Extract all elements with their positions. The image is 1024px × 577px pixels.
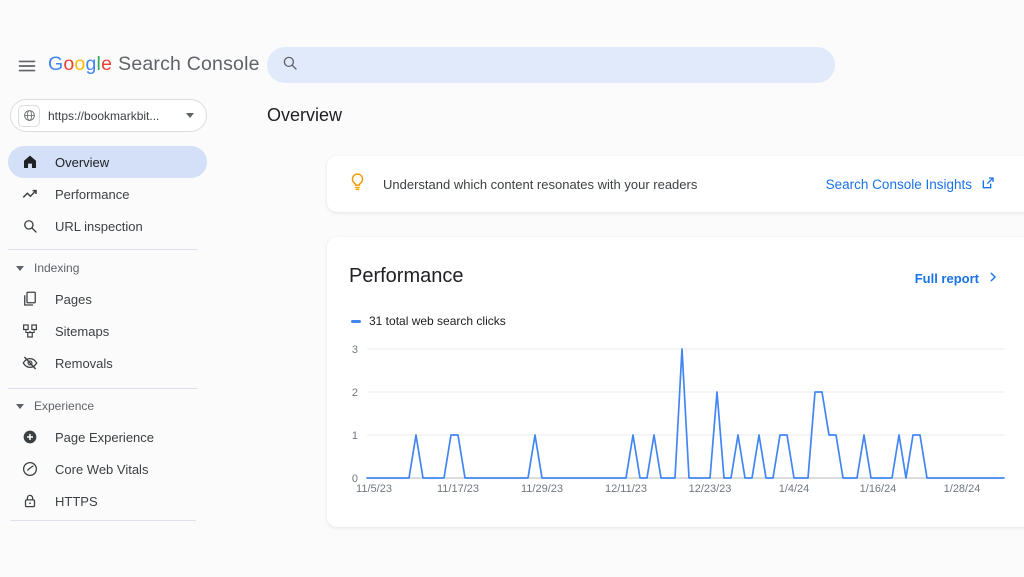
trending-up-icon — [21, 185, 39, 203]
svg-text:1/4/24: 1/4/24 — [779, 483, 810, 495]
sidebar-item-performance[interactable]: Performance — [8, 178, 207, 210]
sidebar-divider — [8, 388, 198, 389]
app-logo: Google Search Console — [48, 53, 260, 76]
section-caret-icon — [16, 266, 24, 271]
sidebar-nav: Overview Performance URL inspection — [8, 146, 207, 242]
performance-card: Performance Full report 31 total web sea… — [327, 237, 1024, 527]
magnifier-icon — [21, 217, 39, 235]
sidebar-item-label: Performance — [55, 187, 129, 202]
banner-text: Understand which content resonates with … — [383, 177, 697, 192]
search-icon — [281, 54, 299, 77]
sidebar-item-label: URL inspection — [55, 219, 143, 234]
logo-suffix: Search Console — [118, 53, 260, 76]
sidebar-item-core-web-vitals[interactable]: Core Web Vitals — [8, 453, 207, 485]
insights-link-label: Search Console Insights — [826, 177, 972, 192]
eye-off-icon — [21, 354, 39, 372]
sidebar-item-label: Sitemaps — [55, 324, 109, 339]
sidebar-item-label: Removals — [55, 356, 113, 371]
legend-label: 31 total web search clicks — [369, 314, 506, 328]
sidebar-item-page-experience[interactable]: Page Experience — [8, 421, 207, 453]
svg-text:1/28/24: 1/28/24 — [944, 483, 981, 495]
hamburger-menu-button[interactable] — [14, 54, 40, 80]
sidebar-item-sitemaps[interactable]: Sitemaps — [8, 315, 207, 347]
lightbulb-icon — [347, 171, 368, 197]
performance-card-title: Performance — [349, 265, 464, 288]
chart-legend: 31 total web search clicks — [351, 314, 506, 328]
home-icon — [21, 153, 39, 171]
section-indexing[interactable]: Indexing — [8, 254, 207, 282]
sidebar-item-pages[interactable]: Pages — [8, 283, 207, 315]
pages-icon — [21, 290, 39, 308]
search-bar[interactable] — [267, 47, 835, 83]
section-label: Indexing — [34, 261, 79, 275]
indexing-items: Pages Sitemaps Removals — [8, 283, 207, 379]
sidebar-divider — [8, 249, 198, 250]
sidebar-item-label: Pages — [55, 292, 92, 307]
svg-text:11/5/23: 11/5/23 — [356, 483, 392, 495]
full-report-label: Full report — [915, 271, 979, 286]
lock-icon — [21, 492, 39, 510]
sidebar-item-https[interactable]: HTTPS — [8, 485, 207, 517]
svg-text:1: 1 — [352, 430, 358, 442]
property-selector[interactable]: https://bookmarkbit... — [10, 99, 207, 132]
google-search-console-app: Google Search Console https://bookmarkbi… — [0, 0, 1024, 577]
svg-text:12/11/23: 12/11/23 — [605, 483, 647, 495]
sidebar-item-label: Core Web Vitals — [55, 462, 148, 477]
svg-text:11/29/23: 11/29/23 — [521, 483, 563, 495]
sidebar-item-label: HTTPS — [55, 494, 98, 509]
circle-plus-icon — [21, 428, 39, 446]
chevron-right-icon — [986, 270, 1000, 287]
svg-text:1/16/24: 1/16/24 — [860, 483, 897, 495]
insights-banner: Understand which content resonates with … — [327, 156, 1024, 212]
hamburger-icon — [17, 56, 37, 79]
svg-text:2: 2 — [352, 387, 358, 399]
svg-text:11/17/23: 11/17/23 — [437, 483, 479, 495]
legend-dash-icon — [351, 320, 361, 323]
experience-items: Page Experience Core Web Vitals HTTPS — [8, 421, 207, 517]
search-console-insights-link[interactable]: Search Console Insights — [826, 175, 996, 194]
section-caret-icon — [16, 404, 24, 409]
property-url-label: https://bookmarkbit... — [48, 109, 159, 123]
section-label: Experience — [34, 399, 94, 413]
search-input[interactable] — [309, 56, 821, 74]
google-logo-word: Google — [48, 53, 112, 76]
external-link-icon — [980, 175, 996, 194]
full-report-link[interactable]: Full report — [915, 270, 1000, 287]
sidebar-item-url-inspection[interactable]: URL inspection — [8, 210, 207, 242]
sidebar-item-label: Page Experience — [55, 430, 154, 445]
chevron-down-icon — [186, 113, 194, 118]
sidebar-item-label: Overview — [55, 155, 109, 170]
sitemap-tree-icon — [21, 322, 39, 340]
sidebar-item-overview[interactable]: Overview — [8, 146, 207, 178]
svg-text:12/23/23: 12/23/23 — [689, 483, 732, 495]
page-title: Overview — [267, 105, 342, 126]
clicks-line-chart[interactable]: 012311/5/2311/17/2311/29/2312/11/2312/23… — [343, 337, 1023, 495]
gauge-icon — [21, 460, 39, 478]
sidebar-item-removals[interactable]: Removals — [8, 347, 207, 379]
section-experience[interactable]: Experience — [8, 392, 207, 420]
svg-text:3: 3 — [352, 344, 358, 356]
sidebar-divider — [10, 520, 196, 521]
globe-icon — [18, 105, 40, 127]
